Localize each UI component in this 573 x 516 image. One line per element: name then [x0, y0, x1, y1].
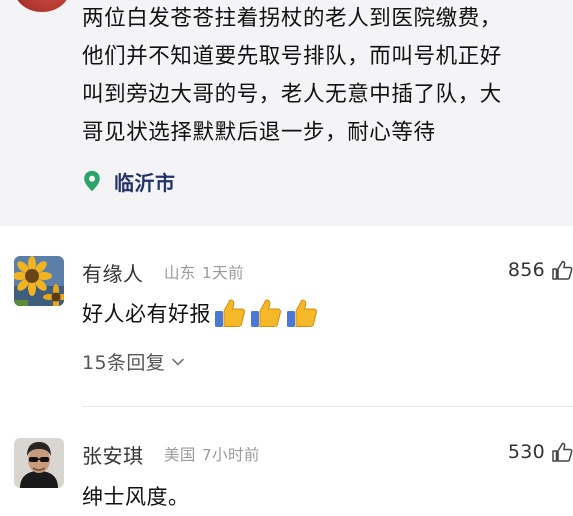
commenter-region: 美国 [164, 446, 196, 464]
comment-page: 两位白发苍苍拄着拐杖的老人到医院缴费， 他们并不知道要先取号排队，而叫号机正好 … [0, 0, 573, 516]
post-body: 两位白发苍苍拄着拐杖的老人到医院缴费， 他们并不知道要先取号排队，而叫号机正好 … [82, 0, 573, 152]
comment-time: 1天前 [201, 264, 244, 282]
like-count: 530 [507, 441, 545, 463]
commenter-name[interactable]: 张安琪 [82, 440, 144, 469]
comment-divider [82, 406, 573, 407]
view-replies-button[interactable]: 15条回复 [82, 348, 185, 375]
comment-meta: 美国 7小时前 [164, 443, 260, 465]
chevron-down-icon [172, 358, 184, 365]
thumbs-up-outline-icon [552, 442, 573, 462]
sunflower-avatar-image [14, 256, 64, 306]
comment-text: 好人必有好报 [82, 302, 211, 326]
comment-text: 绅士风度。 [82, 485, 190, 509]
like-control[interactable]: 856 [508, 259, 573, 281]
post-card: 两位白发苍苍拄着拐杖的老人到医院缴费， 他们并不知道要先取号排队，而叫号机正好 … [0, 0, 573, 226]
comment-text-row: 绅士风度。 [82, 480, 190, 512]
location-pin-icon [84, 170, 100, 192]
replies-label: 15条回复 [82, 352, 166, 374]
comment-time: 7小时前 [201, 446, 260, 464]
location-label: 临沂市 [114, 170, 176, 195]
avatar[interactable] [14, 438, 64, 488]
post-line: 他们并不知道要先取号排队，而叫号机正好 [82, 44, 502, 69]
comment-item: 有缘人 山东 1天前 856 好人必有好报 15条回复 [0, 252, 573, 412]
post-line: 两位白发苍苍拄着拐杖的老人到医院缴费， [82, 6, 502, 31]
comment-text-row: 好人必有好报 [82, 296, 319, 330]
commenter-region: 山东 [164, 264, 196, 282]
comment-meta: 山东 1天前 [164, 261, 244, 283]
comment-item: 张安琪 美国 7小时前 530 绅士风度。 [0, 434, 573, 516]
thumbs-up-outline-icon [552, 260, 573, 280]
like-control[interactable]: 530 [508, 441, 573, 463]
thumbs-up-icon [287, 299, 318, 327]
post-author-avatar[interactable] [14, 0, 70, 12]
man-sunglasses-avatar-image [14, 438, 64, 488]
avatar[interactable] [14, 256, 64, 306]
commenter-name[interactable]: 有缘人 [82, 258, 144, 287]
thumbs-up-icon [215, 299, 246, 327]
thumbs-up-icon [251, 299, 282, 327]
post-line: 哥见状选择默默后退一步，耐心等待 [82, 120, 436, 145]
location-tag[interactable]: 临沂市 [82, 164, 176, 198]
like-count: 856 [507, 259, 545, 281]
post-line: 叫到旁边大哥的号，老人无意中插了队，大 [82, 82, 502, 107]
